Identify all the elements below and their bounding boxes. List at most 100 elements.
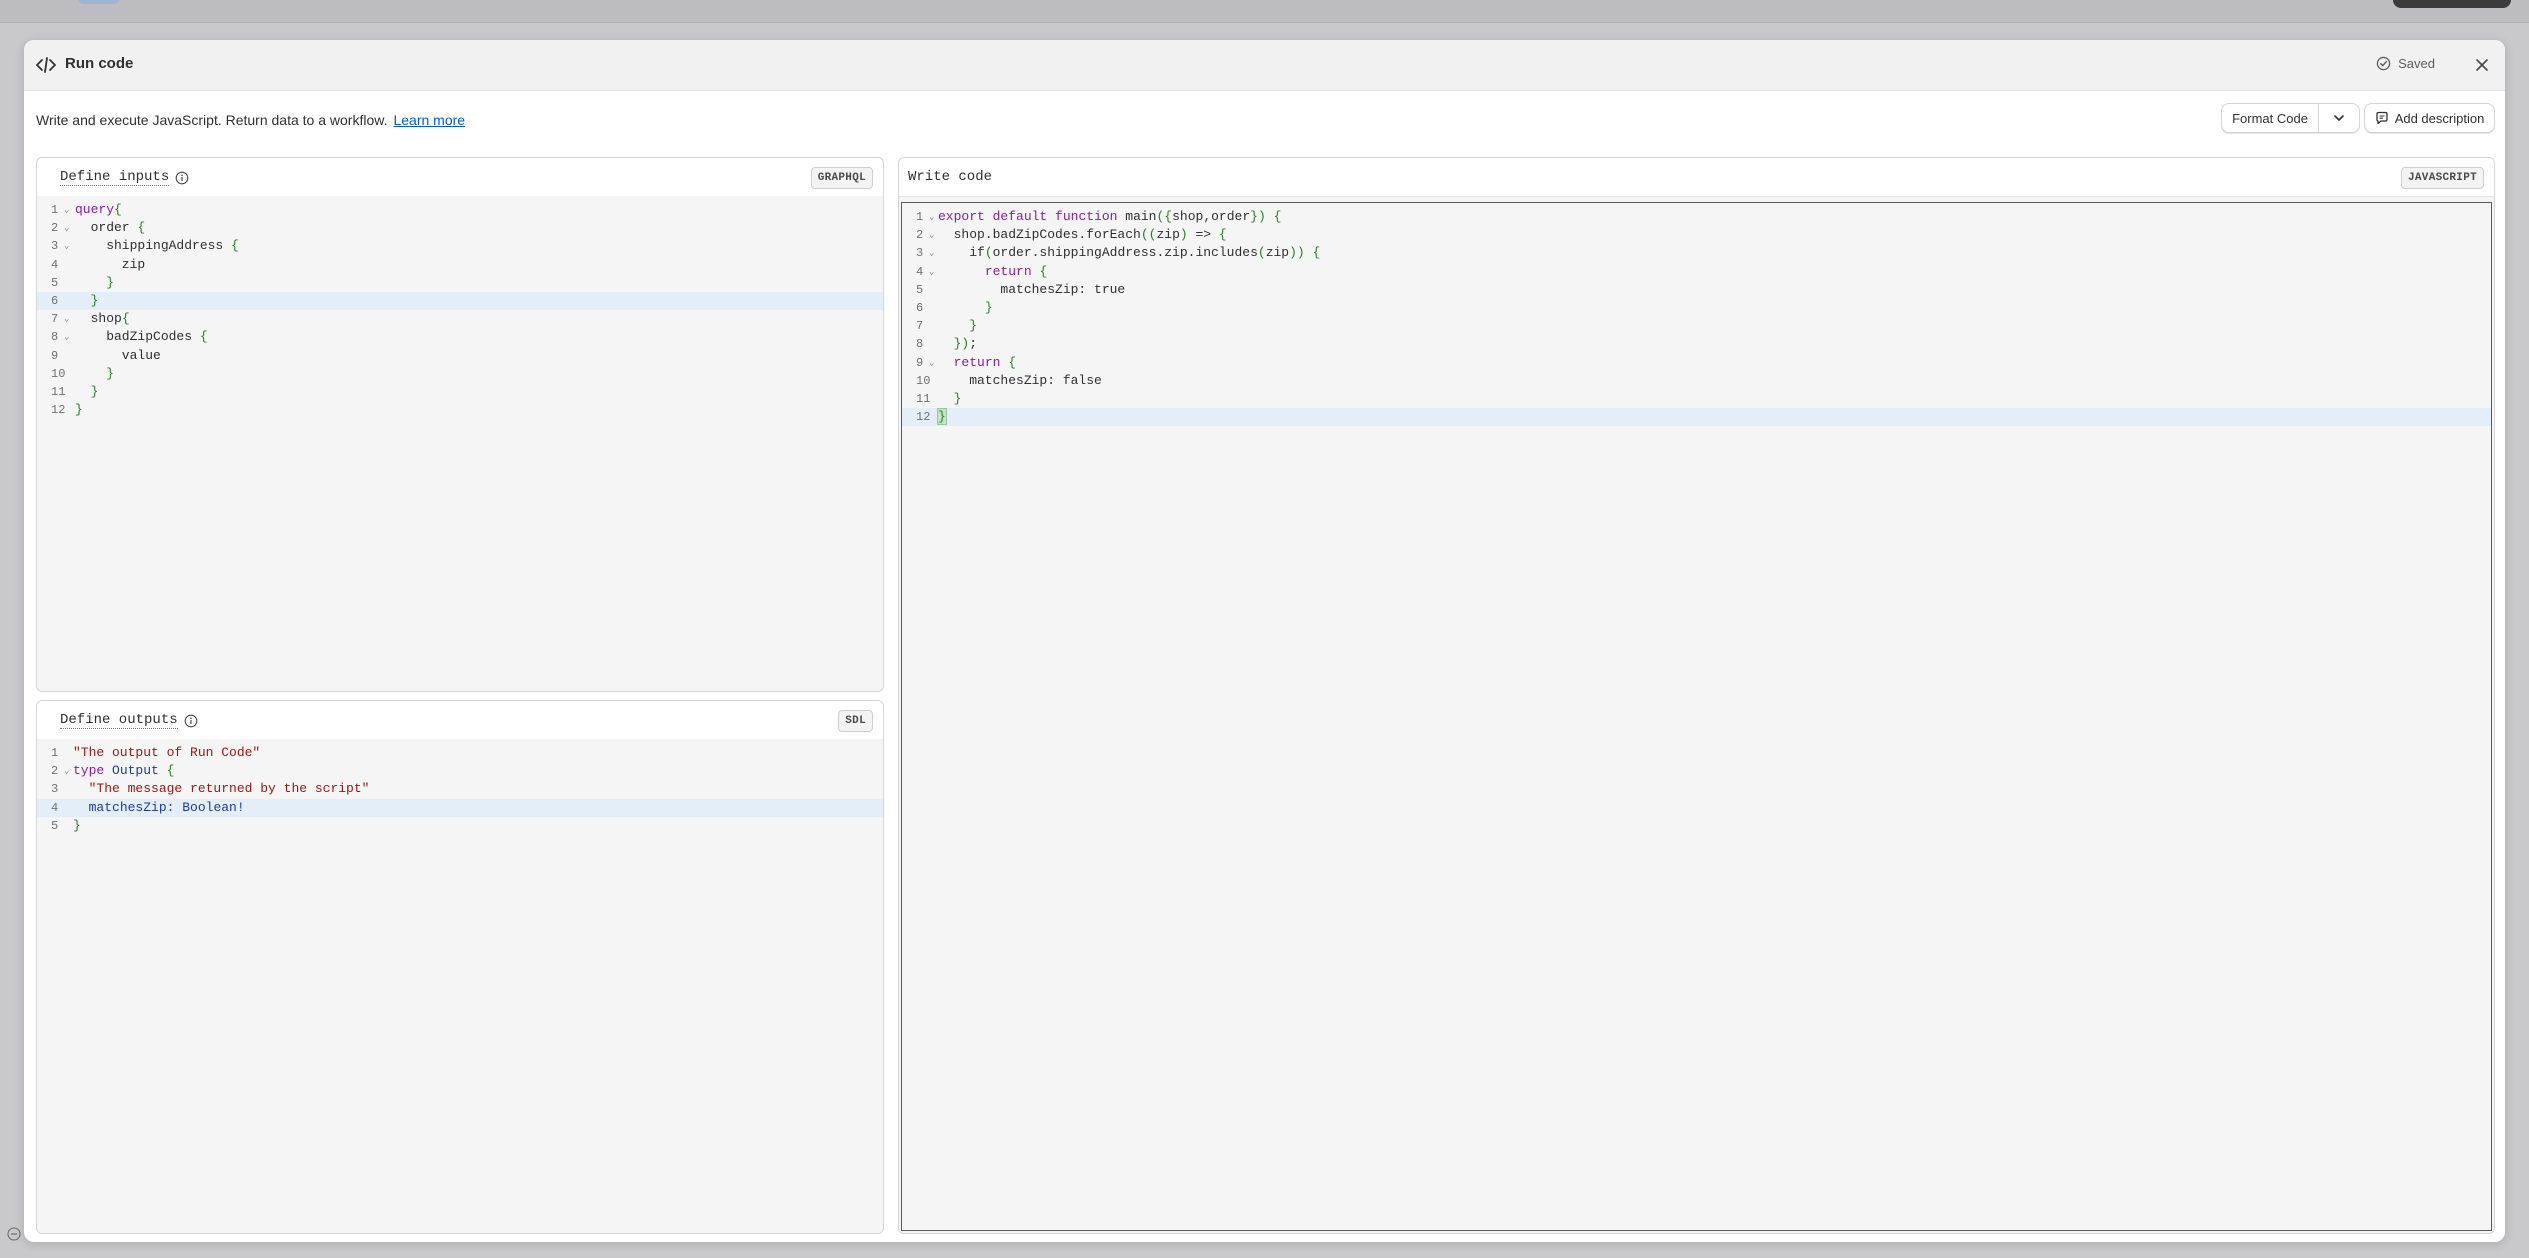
line-number-text: 1 [51,746,59,760]
code-text: } [937,408,947,426]
code-text: order { [75,220,146,236]
fold-chevron-icon[interactable]: ⌄ [929,263,934,281]
line-number-text: 2 [916,228,924,243]
line-number-text: 5 [51,818,59,833]
close-icon[interactable] [2471,54,2493,76]
outputs-code-line: 3 "The message returned by the script" [37,780,883,798]
code-text: } [90,292,99,308]
javascript-code-line: 4 ⌄ return { [902,263,2491,281]
minus-circle-icon[interactable] [7,1227,21,1241]
inputs-code-line: 9 value [37,347,883,365]
saved-status: Saved [2376,56,2435,71]
write-code-label: Write code [908,169,993,185]
add-description-label: Add description [2394,110,2485,126]
line-number-text: 8 [916,337,924,352]
define-outputs-title: Define outputs [60,712,198,729]
code-text: }); [953,336,978,352]
javascript-code-line: 11 } [902,390,2491,408]
fold-chevron-icon[interactable]: ⌄ [929,354,934,372]
line-number-text: 11 [916,391,931,406]
define-inputs-title: Define inputs [60,169,189,186]
line-number-text: 3 [51,782,59,797]
fold-chevron-icon[interactable]: ⌄ [929,244,934,262]
fold-chevron-icon[interactable]: ⌄ [64,237,69,255]
javascript-code-line: 6 } [902,299,2491,317]
sdl-badge: SDL [838,710,873,732]
description-text: Write and execute JavaScript. Return dat… [36,112,388,128]
inputs-code-line: 1 ⌄ query{ [37,201,883,219]
javascript-badge: JAVASCRIPT [2400,167,2484,189]
javascript-code-line: 5 matchesZip: true [902,281,2491,299]
line-number-text: 5 [51,275,59,290]
outputs-code-line: 5} [37,817,883,835]
add-description-button[interactable]: Add description [2364,103,2495,133]
code-text: matchesZip: Boolean! [88,799,245,815]
info-icon[interactable] [175,171,189,185]
define-outputs-header: Define outputs SDL [37,701,883,740]
code-text: "The output of Run Code" [73,745,261,760]
line-number-text: 1 [51,203,59,217]
write-code-panel: Write code JAVASCRIPT 1 ⌄ export default f… [898,157,2495,1234]
javascript-code-line: 9 ⌄ return { [902,354,2491,372]
code-text: badZipCodes { [75,329,208,345]
code-text: shippingAddress { [75,238,239,254]
fold-chevron-icon[interactable]: ⌄ [64,328,69,346]
inputs-code-line: 4 zip [37,256,883,274]
line-number-text: 4 [51,257,59,272]
line-number-text: 10 [916,373,931,388]
code-editor[interactable]: 1 ⌄ export default function main({shop,ord… [901,202,2492,1231]
code-text: } [73,817,81,833]
line-number-text: 3 [51,239,59,254]
format-code-button-group: Format Code [2221,103,2360,133]
line-number-text: 3 [916,246,924,261]
line-number-text: 4 [916,264,924,279]
inputs-code-line: 12} [37,401,883,419]
inputs-code-line: 3 ⌄ shippingAddress { [37,237,883,255]
line-number-text: 9 [916,355,924,370]
code-text: } [90,383,99,399]
line-number-text: 5 [916,282,924,297]
learn-more-link[interactable]: Learn more [393,112,465,128]
code-text: matchesZip: true [938,281,1126,297]
fold-chevron-icon[interactable]: ⌄ [64,310,69,328]
code-text: shop{ [75,311,130,327]
run-code-modal: Run code Saved Write and execute JavaScr… [24,40,2505,1242]
inputs-code-line: 5 } [37,274,883,292]
inputs-code-line: 8 ⌄ badZipCodes { [37,328,883,346]
code-text: } [953,390,962,406]
info-icon[interactable] [184,714,198,728]
code-text: } [106,274,115,290]
line-number-text: 2 [51,221,59,236]
fold-chevron-icon[interactable]: ⌄ [64,762,69,780]
line-number-text: 7 [51,312,59,327]
line-number-text: 7 [916,319,924,334]
graphql-badge: GRAPHQL [810,167,873,189]
define-inputs-label: Define inputs [60,169,170,186]
modal-title: Run code [65,55,134,72]
fold-chevron-icon[interactable]: ⌄ [929,226,934,244]
define-outputs-label: Define outputs [60,712,178,729]
code-text: query{ [75,202,122,217]
inputs-code-line: 2 ⌄ order { [37,219,883,237]
outputs-code-line: 1 "The output of Run Code" [37,744,883,762]
outputs-editor[interactable]: 1 "The output of Run Code" 2 ⌄ type Output {… [37,739,883,1233]
inputs-editor[interactable]: 1 ⌄ query{ 2 ⌄ order { 3 ⌄ shippingAddress { 4 … [37,196,883,691]
javascript-code-line: 10 matchesZip: false [902,372,2491,390]
code-text: matchesZip: false [938,372,1102,388]
javascript-code-line: 3 ⌄ if(order.shippingAddress.zip.includes… [902,244,2491,262]
check-circle-icon [2376,56,2391,71]
format-code-button[interactable]: Format Code [2222,104,2319,132]
fold-chevron-icon[interactable]: ⌄ [64,201,69,219]
javascript-code-line: 2 ⌄ shop.badZipCodes.forEach((zip) => { [902,226,2491,244]
write-code-title: Write code [908,169,992,185]
format-options-button[interactable] [2319,104,2359,132]
code-text: "The message returned by the script" [88,781,370,797]
line-number-text: 6 [51,293,59,308]
inputs-code-line: 10 } [37,365,883,383]
javascript-code-line: 8 }); [902,335,2491,353]
comment-icon [2376,111,2388,125]
background-button [2393,0,2511,8]
fold-chevron-icon[interactable]: ⌄ [929,208,934,226]
saved-label: Saved [2398,56,2435,71]
fold-chevron-icon[interactable]: ⌄ [64,219,69,237]
